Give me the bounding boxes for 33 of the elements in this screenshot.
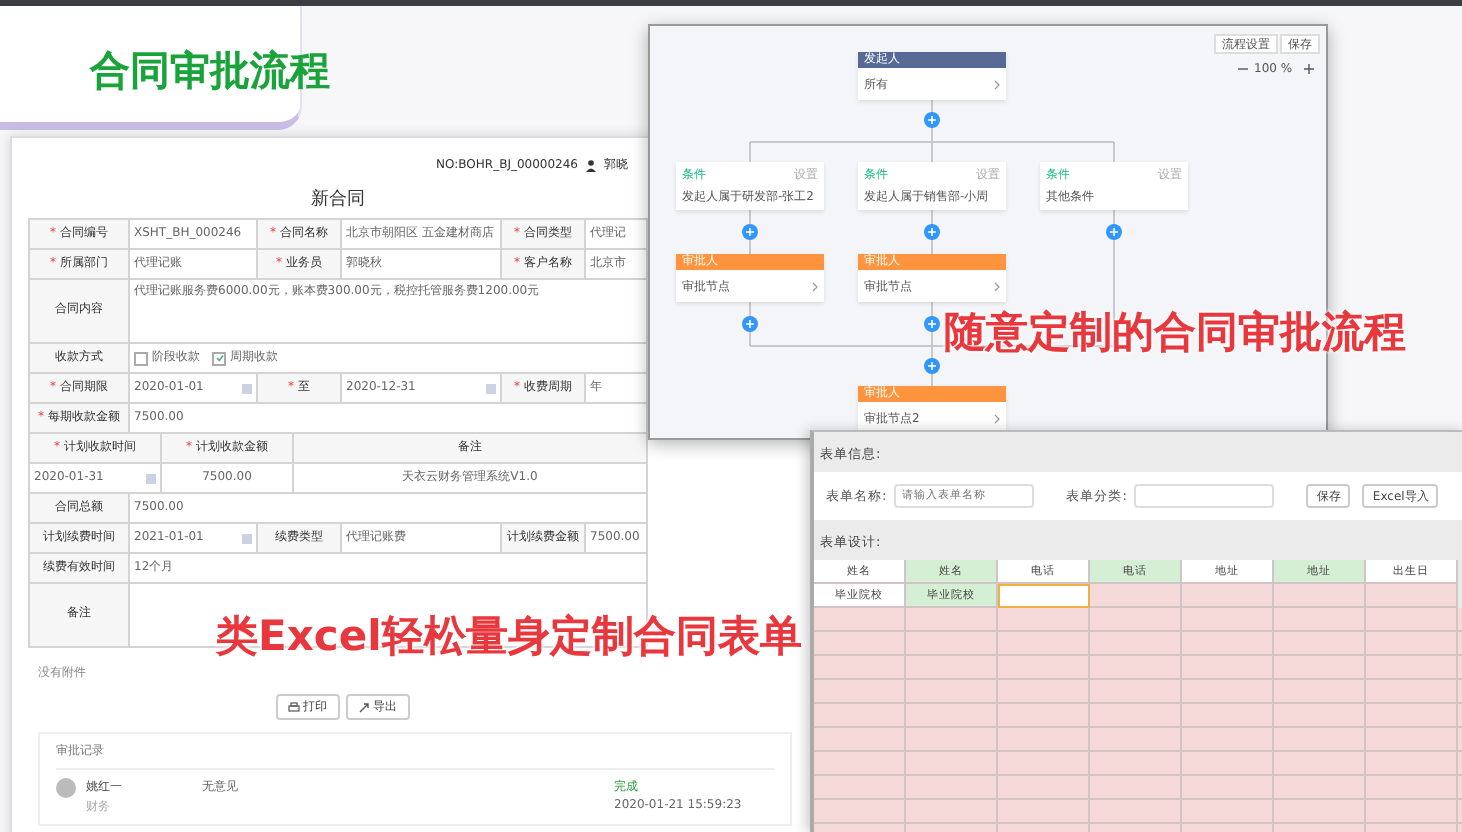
grid-cell[interactable] [998, 584, 1090, 608]
page-title: 合同审批流程 [90, 44, 330, 98]
add-node-button[interactable] [924, 112, 940, 128]
printer-icon [287, 701, 299, 713]
calendar-icon[interactable] [486, 383, 496, 393]
chevron-right-icon [994, 281, 1000, 291]
chevron-right-icon [994, 413, 1000, 423]
add-node-button[interactable] [924, 316, 940, 332]
grid-cell[interactable] [1090, 584, 1182, 608]
add-node-button[interactable] [1106, 224, 1122, 240]
form-category-input[interactable] [1134, 484, 1275, 508]
promo-caption: 随意定制的合同审批流程 [944, 306, 1406, 360]
zoom-out-icon[interactable] [1238, 64, 1248, 74]
grid-cell[interactable] [1366, 584, 1458, 608]
add-node-button[interactable] [742, 316, 758, 332]
chevron-right-icon [812, 281, 818, 291]
checkbox[interactable] [134, 351, 148, 365]
add-node-button[interactable] [924, 358, 940, 374]
grid-cell[interactable] [1182, 584, 1274, 608]
export-icon [357, 701, 369, 713]
calendar-icon[interactable] [242, 533, 252, 543]
chevron-right-icon [994, 79, 1000, 89]
person-icon [586, 159, 596, 171]
calendar-icon[interactable] [242, 383, 252, 393]
add-node-button[interactable] [924, 224, 940, 240]
add-node-button[interactable] [742, 224, 758, 240]
zoom-in-icon[interactable] [1304, 64, 1314, 74]
promo-caption: 类Excel轻松量身定制合同表单 [216, 610, 802, 664]
avatar [56, 778, 76, 798]
grid-cell[interactable] [1274, 584, 1366, 608]
contract-title: 新合同 [309, 187, 367, 212]
checkbox[interactable] [212, 351, 226, 365]
calendar-icon[interactable] [146, 473, 156, 483]
